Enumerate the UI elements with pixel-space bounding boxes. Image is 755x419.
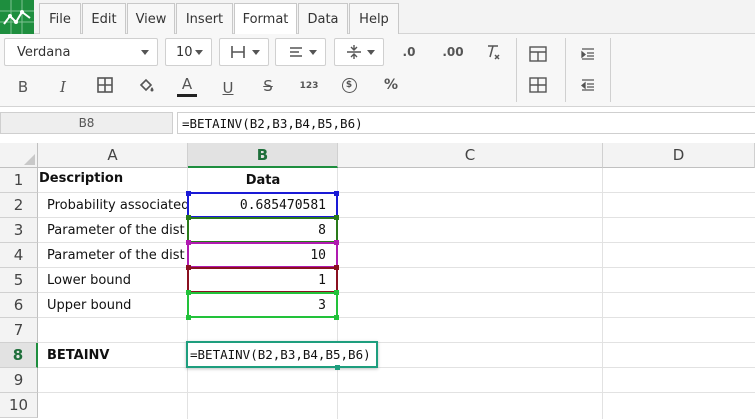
increase-decimals-button[interactable]: .00 — [438, 40, 468, 64]
column-header-a[interactable]: A — [38, 143, 188, 168]
active-cell-editor-b8[interactable]: =BETAINV(B2,B3,B4,B5,B6) — [186, 341, 378, 368]
indent-increase-icon — [581, 48, 594, 60]
row-header-4[interactable]: 4 — [0, 243, 38, 268]
row-header-3[interactable]: 3 — [0, 218, 38, 243]
vertical-align-select[interactable] — [334, 38, 384, 66]
range-handle[interactable] — [186, 265, 191, 270]
font-size-value: 10 — [176, 44, 193, 60]
range-handle[interactable] — [334, 315, 339, 320]
clear-formatting-icon — [488, 45, 500, 60]
align-left-icon — [290, 47, 302, 57]
border-all-icon — [97, 77, 113, 93]
number-format-button[interactable]: 123 — [296, 75, 322, 97]
range-handle[interactable] — [186, 290, 191, 295]
cell-b4[interactable]: 10 — [187, 242, 338, 268]
grid-icon — [529, 77, 547, 93]
range-handle[interactable] — [186, 191, 191, 196]
decrease-indent-button[interactable] — [577, 74, 599, 96]
name-box[interactable]: B8 — [0, 112, 173, 134]
fill-color-button[interactable] — [134, 74, 158, 96]
row-header-2[interactable]: 2 — [0, 193, 38, 218]
cell-a8[interactable]: BETAINV — [38, 343, 187, 368]
table-icon — [529, 46, 547, 62]
cell-b5[interactable]: 1 — [187, 267, 338, 293]
italic-button[interactable]: I — [52, 76, 74, 98]
range-handle[interactable] — [334, 215, 339, 220]
cell-b6[interactable]: 3 — [187, 292, 338, 318]
column-header-c[interactable]: C — [338, 143, 603, 168]
currency-icon: $ — [341, 77, 357, 93]
column-header-b[interactable]: B — [188, 143, 338, 168]
row-header-6[interactable]: 6 — [0, 293, 38, 318]
text-color-button[interactable]: A — [176, 72, 198, 100]
increase-indent-button[interactable] — [577, 43, 599, 65]
toolbar-separator — [565, 38, 566, 102]
menu-edit[interactable]: Edit — [82, 3, 126, 34]
toolbar-separator — [516, 38, 517, 102]
grid-line — [38, 392, 755, 393]
menu-format[interactable]: Format — [234, 3, 297, 35]
menu-help[interactable]: Help — [349, 3, 399, 34]
merge-cells-button[interactable] — [527, 43, 549, 65]
border-style-icon — [231, 46, 245, 58]
row-header-10[interactable]: 10 — [0, 393, 38, 418]
menu-insert[interactable]: Insert — [176, 3, 233, 34]
fill-handle[interactable] — [335, 365, 340, 370]
currency-format-button[interactable]: $ — [338, 74, 360, 96]
cell-b2[interactable]: 0.685470581 — [187, 192, 338, 218]
bold-button[interactable]: B — [12, 76, 34, 98]
row-header-5[interactable]: 5 — [0, 268, 38, 293]
cell-a4[interactable]: Parameter of the dist — [38, 243, 187, 268]
cell-b1[interactable]: Data — [188, 168, 338, 193]
range-handle[interactable] — [186, 215, 191, 220]
column-header-d[interactable]: D — [603, 143, 755, 168]
cell-a5[interactable]: Lower bound — [38, 268, 187, 293]
row-header-8[interactable]: 8 — [0, 343, 38, 368]
borders-select[interactable] — [219, 38, 269, 66]
cell-a1[interactable]: Description — [38, 166, 188, 191]
strikethrough-button[interactable]: S — [257, 75, 279, 97]
clear-formatting-button[interactable] — [480, 40, 506, 64]
app-logo-icon — [0, 0, 34, 34]
menu-view[interactable]: View — [127, 3, 175, 34]
cell-borders-button[interactable] — [527, 74, 549, 96]
underline-button[interactable]: U — [217, 77, 239, 99]
font-family-select[interactable]: Verdana — [4, 38, 158, 66]
range-handle[interactable] — [334, 240, 339, 245]
cell-b3[interactable]: 8 — [187, 217, 338, 243]
text-color-swatch — [177, 94, 197, 97]
cell-a2[interactable]: Probability associated — [38, 193, 187, 218]
font-size-select[interactable]: 10 — [165, 38, 212, 66]
cell-a6[interactable]: Upper bound — [38, 293, 187, 318]
range-handle[interactable] — [334, 290, 339, 295]
range-handle[interactable] — [186, 240, 191, 245]
range-handle[interactable] — [334, 265, 339, 270]
range-handle[interactable] — [186, 315, 191, 320]
paint-bucket-icon — [139, 78, 154, 92]
row-header-7[interactable]: 7 — [0, 318, 38, 343]
horizontal-align-select[interactable] — [275, 38, 326, 66]
toolbar-separator — [610, 38, 611, 102]
decrease-decimals-button[interactable]: .0 — [396, 40, 422, 64]
select-all-corner[interactable] — [0, 143, 38, 168]
grid-line — [602, 168, 603, 419]
range-handle[interactable] — [334, 191, 339, 196]
vertical-align-icon — [347, 45, 361, 59]
row-header-1[interactable]: 1 — [0, 168, 38, 193]
row-header-9[interactable]: 9 — [0, 368, 38, 393]
font-family-value: Verdana — [17, 44, 71, 60]
menu-file[interactable]: File — [39, 3, 81, 34]
borders-button[interactable] — [93, 74, 117, 96]
percent-format-button[interactable]: % — [380, 74, 402, 96]
formula-input[interactable]: =BETAINV(B2,B3,B4,B5,B6) — [177, 112, 755, 134]
indent-decrease-icon — [580, 79, 594, 91]
cell-a3[interactable]: Parameter of the dist — [38, 218, 187, 243]
menu-data[interactable]: Data — [298, 3, 348, 34]
